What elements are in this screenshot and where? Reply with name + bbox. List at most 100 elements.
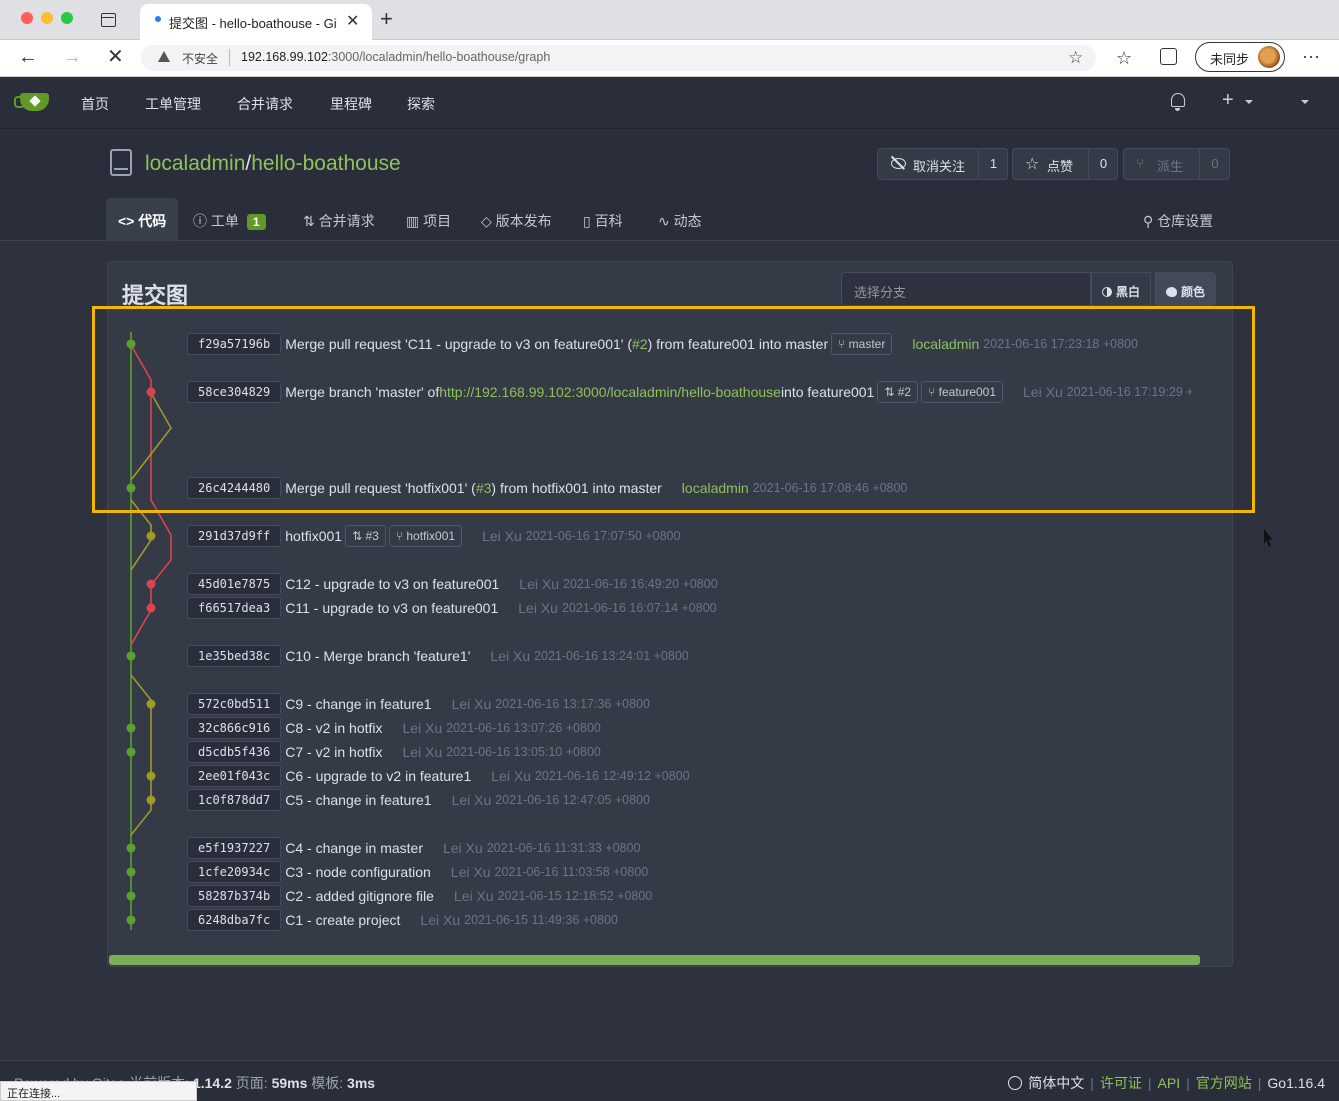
star-count[interactable]: 0 (1089, 156, 1118, 171)
fork-label: 派生 (1157, 159, 1184, 174)
commit-author: Lei Xu (402, 720, 443, 736)
commit-dot (126, 915, 136, 925)
mono-mode-button[interactable]: 黑白 (1091, 272, 1152, 306)
page-footer: Powered by Gitea 当前版本: 1.14.2 页面: 59ms 模… (0, 1060, 1339, 1101)
commit-row: 1e35bed38c C10 - Merge branch 'feature1' L… (187, 645, 689, 667)
favorites-icon[interactable]: ☆ (1116, 48, 1132, 69)
avatar (1258, 46, 1280, 68)
tag-icon: ◇ (481, 213, 496, 229)
commit-message[interactable]: C5 - change in feature1 (285, 792, 431, 808)
create-plus-icon[interactable]: + (1222, 89, 1234, 112)
back-icon[interactable]: ← (18, 46, 38, 68)
commit-sha[interactable]: 45d01e7875 (187, 573, 282, 595)
commit-date: 2021-06-16 13:07:26 +0800 (446, 721, 601, 735)
commit-date: 2021-06-16 12:49:12 +0800 (534, 769, 690, 783)
watch-count[interactable]: 1 (979, 156, 1008, 171)
commit-sha[interactable]: 291d37d9ff (187, 525, 282, 547)
commit-message[interactable]: C3 - node configuration (285, 864, 431, 880)
tab-close-icon[interactable]: ✕ (346, 11, 359, 31)
tab-pulls[interactable]: ⇅ 合并请求 (291, 198, 387, 241)
chevron-down-icon[interactable] (1245, 100, 1253, 104)
commit-sha[interactable]: 1cfe20934c (187, 861, 282, 883)
api-link[interactable]: API (1158, 1075, 1181, 1091)
add-favorite-icon[interactable]: ☆ (1068, 48, 1083, 68)
tab-settings[interactable]: ⚲ 仓库设置 (1131, 198, 1225, 241)
commit-sha[interactable]: 1e35bed38c (187, 645, 282, 667)
tab-issues[interactable]: ⓘ 工单 1 (181, 198, 278, 241)
branch-ref[interactable]: ⑂ hotfix001 (388, 525, 463, 547)
collections-icon[interactable] (1160, 48, 1177, 65)
tab-releases[interactable]: ◇ 版本发布 (469, 198, 564, 241)
commit-date: 2021-06-16 16:07:14 +0800 (561, 601, 717, 615)
commit-sha[interactable]: e5f1937227 (187, 837, 282, 859)
browser-tab-bar: 提交图 - hello-boathouse - Gitea ✕ + (0, 0, 1339, 40)
user-menu-chevron-icon[interactable] (1301, 100, 1309, 104)
close-window-icon[interactable] (21, 12, 33, 24)
commit-date: 2021-06-16 13:24:01 +0800 (534, 649, 689, 663)
commit-message[interactable]: C9 - change in feature1 (285, 696, 431, 712)
gitea-logo-icon[interactable] (14, 93, 49, 111)
repo-owner-link[interactable]: localadmin (145, 152, 245, 175)
repo-name-link[interactable]: hello-boathouse (251, 152, 400, 175)
website-link[interactable]: 官方网站 (1196, 1075, 1252, 1091)
nav-home[interactable]: 首页 (81, 94, 109, 114)
minimize-window-icon[interactable] (41, 12, 53, 24)
commit-author: Lei Xu (420, 912, 461, 928)
profile-button[interactable]: 未同步 (1195, 42, 1285, 72)
forward-icon[interactable]: → (62, 46, 82, 68)
horizontal-scrollbar[interactable] (109, 955, 1200, 965)
commit-message[interactable]: C4 - change in master (285, 840, 423, 856)
branch-selector[interactable]: 选择分支 (841, 272, 1091, 306)
unwatch-button[interactable]: 取消关注 (878, 149, 979, 179)
tab-wiki[interactable]: ▯ 百科 (571, 198, 635, 241)
tab-activity[interactable]: ∿ 动态 (646, 198, 714, 241)
commit-dot (146, 603, 156, 613)
commit-row: d5cdb5f436 C7 - v2 in hotfix Lei Xu 2021-06… (187, 741, 601, 763)
commit-sha[interactable]: 32c866c916 (187, 717, 282, 739)
stop-loading-icon[interactable]: ✕ (107, 46, 124, 68)
commit-message[interactable]: C10 - Merge branch 'feature1' (285, 648, 470, 664)
fork-button[interactable]: ⑂ 派生 (1124, 149, 1200, 179)
fork-button-group: ⑂ 派生 0 (1123, 148, 1230, 180)
commit-message[interactable]: C8 - v2 in hotfix (285, 720, 382, 736)
commit-sha[interactable]: 1c0f878dd7 (187, 789, 282, 811)
nav-explore[interactable]: 探索 (407, 94, 435, 114)
commit-message[interactable]: C2 - added gitignore file (285, 888, 434, 904)
watch-button-group: 取消关注 1 (877, 148, 1008, 180)
commit-row: 1c0f878dd7 C5 - change in feature1 Lei Xu 2… (187, 789, 650, 811)
commit-author: Lei Xu (453, 888, 494, 904)
nav-pulls[interactable]: 合并请求 (237, 94, 293, 114)
commit-message[interactable]: C6 - upgrade to v2 in feature1 (285, 768, 471, 784)
commit-message[interactable]: C1 - create project (285, 912, 400, 928)
commit-author: Lei Xu (518, 600, 558, 616)
tab-code[interactable]: <> 代码 (106, 198, 179, 241)
commit-sha[interactable]: 572c0bd511 (187, 693, 282, 715)
commit-sha[interactable]: f66517dea3 (187, 597, 282, 619)
tab-sidebar-icon[interactable] (101, 13, 116, 27)
commit-message[interactable]: C7 - v2 in hotfix (285, 744, 382, 760)
commit-sha[interactable]: 58287b374b (187, 885, 282, 907)
commit-sha[interactable]: d5cdb5f436 (187, 741, 282, 763)
commit-message[interactable]: C11 - upgrade to v3 on feature001 (285, 600, 498, 616)
commit-message[interactable]: C12 - upgrade to v3 on feature001 (285, 576, 499, 592)
license-link[interactable]: 许可证 (1100, 1075, 1142, 1091)
star-button[interactable]: ☆ 点赞 (1013, 149, 1089, 179)
commit-message[interactable]: hotfix001 (285, 528, 342, 544)
fork-count[interactable]: 0 (1200, 156, 1230, 171)
nav-issues[interactable]: 工单管理 (145, 94, 201, 114)
commit-sha[interactable]: 2ee01f043c (187, 765, 282, 787)
language-selector[interactable]: 简体中文 (1028, 1075, 1084, 1091)
maximize-window-icon[interactable] (61, 12, 73, 24)
notification-bell-icon[interactable] (1171, 93, 1185, 111)
address-bar: ← → ✕ 不安全 192.168.99.102:3000/localadmin… (0, 40, 1339, 77)
browser-tab[interactable]: 提交图 - hello-boathouse - Gitea ✕ (140, 4, 372, 40)
more-icon[interactable]: ··· (1302, 46, 1320, 67)
nav-milestones[interactable]: 里程碑 (330, 94, 372, 114)
color-mode-button[interactable]: 颜色 (1155, 272, 1217, 306)
tab-projects[interactable]: ▥ 项目 (394, 198, 463, 241)
pull-ref[interactable]: ⇅ #3 (345, 525, 386, 547)
url-field[interactable]: 不安全 192.168.99.102:3000/localadmin/hello… (141, 45, 1096, 71)
commit-sha[interactable]: 6248dba7fc (187, 909, 282, 931)
new-tab-icon[interactable]: + (380, 7, 393, 31)
commit-date: 2021-06-15 11:49:36 +0800 (464, 913, 618, 927)
